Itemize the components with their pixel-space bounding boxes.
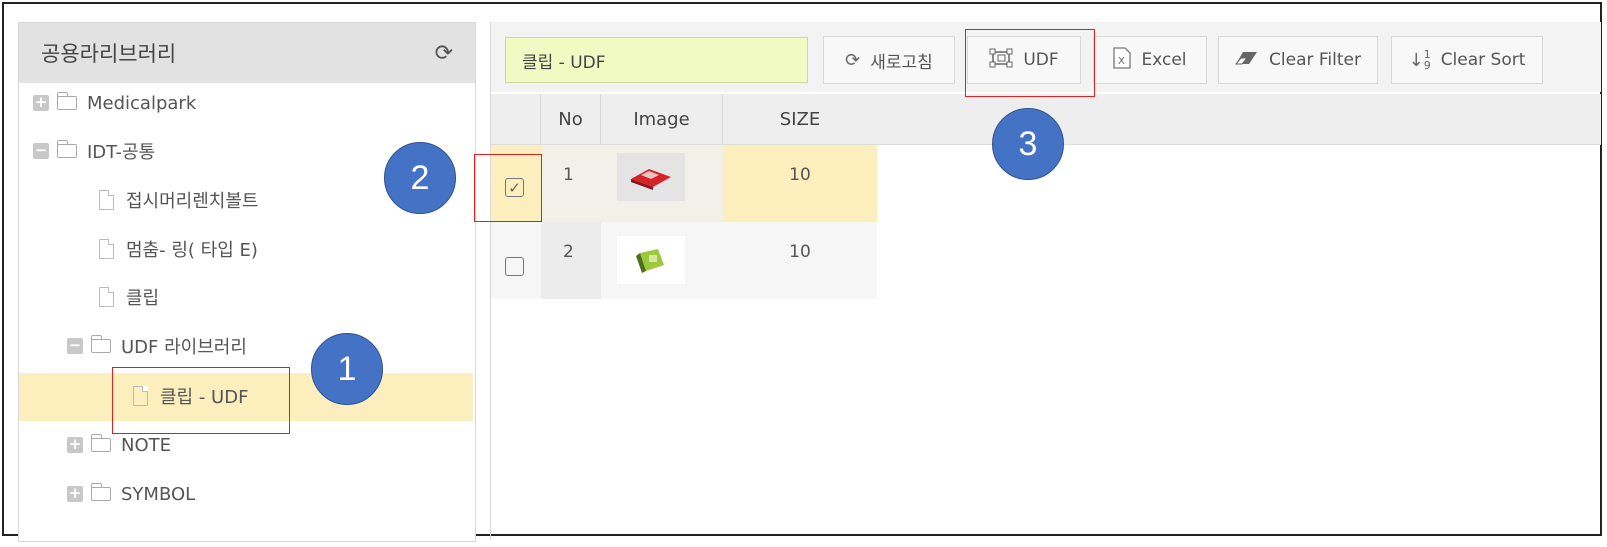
tree-item-idt[interactable]: − IDT-공통 bbox=[33, 131, 155, 171]
no-cell: 1 bbox=[541, 145, 601, 222]
folder-icon bbox=[90, 434, 111, 452]
tree-item-label: IDT-공통 bbox=[87, 142, 156, 163]
image-cell bbox=[601, 222, 723, 299]
file-icon bbox=[99, 190, 114, 210]
excel-icon: X bbox=[1113, 46, 1132, 74]
tree-item-label: Medicalpark bbox=[87, 92, 197, 114]
excel-button[interactable]: X Excel bbox=[1093, 36, 1207, 84]
expand-icon[interactable]: + bbox=[33, 95, 49, 111]
folder-open-icon bbox=[56, 140, 77, 158]
image-cell bbox=[601, 145, 723, 222]
tree-item-bolt[interactable]: 접시머리렌치볼트 bbox=[99, 180, 258, 220]
tree-item-label: NOTE bbox=[121, 434, 172, 456]
part-thumbnail bbox=[617, 236, 685, 284]
expand-icon[interactable]: + bbox=[67, 486, 83, 502]
clear-filter-label: Clear Filter bbox=[1269, 50, 1361, 70]
size-cell: 10 bbox=[789, 242, 811, 262]
size-cell: 10 bbox=[789, 165, 811, 185]
part-thumbnail bbox=[617, 153, 685, 201]
folder-open-icon bbox=[90, 335, 111, 353]
sort-arrow: ↓ bbox=[1408, 49, 1424, 71]
sort-numeric-icon: ↓ 1 9 bbox=[1409, 49, 1431, 71]
refresh-icon[interactable]: ⟳ bbox=[435, 41, 453, 66]
tree-item-ring[interactable]: 멈춤- 링( 타입 E) bbox=[99, 229, 258, 269]
callout-3: 3 bbox=[992, 108, 1064, 180]
tree-item-label: 멈춤- 링( 타입 E) bbox=[126, 240, 258, 261]
eraser-icon bbox=[1234, 50, 1259, 71]
table-row[interactable]: ✓ 1 10 bbox=[491, 145, 877, 222]
column-header-size[interactable]: SIZE bbox=[723, 94, 877, 144]
tree-item-label: SYMBOL bbox=[121, 483, 196, 505]
tree-item-label: 클립 bbox=[126, 288, 160, 309]
table-row[interactable]: 2 10 bbox=[491, 222, 877, 299]
folder-icon bbox=[90, 483, 111, 501]
highlight-box-tree-item bbox=[112, 367, 290, 434]
refresh-button[interactable]: ⟳ 새로고침 bbox=[823, 36, 955, 84]
collapse-icon[interactable]: − bbox=[33, 143, 49, 159]
callout-2: 2 bbox=[384, 142, 456, 214]
select-column-header[interactable] bbox=[491, 94, 541, 144]
clear-filter-button[interactable]: Clear Filter bbox=[1218, 36, 1378, 84]
tree-item-label: 접시머리렌치볼트 bbox=[126, 191, 259, 212]
tree-item-clip[interactable]: 클립 bbox=[99, 277, 159, 317]
svg-text:X: X bbox=[1118, 56, 1125, 67]
no-cell: 2 bbox=[541, 222, 601, 299]
library-panel: 공용라리브러리 ⟳ + Medicalpark − IDT-공통 접시머리렌치볼… bbox=[18, 22, 476, 542]
tree-item-medicalpark[interactable]: + Medicalpark bbox=[33, 83, 196, 123]
tree-item-symbol[interactable]: + SYMBOL bbox=[67, 474, 195, 514]
library-title: 공용라리브러리 bbox=[41, 42, 177, 66]
refresh-icon: ⟳ bbox=[845, 49, 861, 71]
row-checkbox[interactable] bbox=[505, 257, 524, 276]
column-header-no[interactable]: No bbox=[541, 94, 601, 144]
file-icon bbox=[99, 239, 114, 259]
tree-item-label: UDF 라이브러리 bbox=[121, 337, 247, 358]
content-panel: 클립 - UDF ⟳ 새로고침 UDF X Excel Clear Filter… bbox=[490, 22, 1607, 540]
clear-sort-label: Clear Sort bbox=[1440, 50, 1526, 70]
tree-item-udf-library[interactable]: − UDF 라이브러리 bbox=[67, 326, 247, 366]
sort-digit-bottom: 9 bbox=[1423, 59, 1431, 72]
select-cell bbox=[491, 222, 541, 299]
folder-icon bbox=[56, 92, 77, 110]
callout-1: 1 bbox=[311, 333, 383, 405]
excel-label: Excel bbox=[1141, 50, 1187, 70]
highlight-box-udf-button bbox=[965, 29, 1095, 97]
file-icon bbox=[99, 287, 114, 307]
expand-icon[interactable]: + bbox=[67, 437, 83, 453]
refresh-label: 새로고침 bbox=[870, 52, 933, 73]
column-header-image[interactable]: Image bbox=[601, 94, 723, 144]
highlight-box-checkbox bbox=[474, 154, 542, 222]
collapse-icon[interactable]: − bbox=[67, 338, 83, 354]
current-item-name: 클립 - UDF bbox=[505, 37, 808, 83]
clear-sort-button[interactable]: ↓ 1 9 Clear Sort bbox=[1391, 36, 1543, 84]
library-header: 공용라리브러리 ⟳ bbox=[19, 23, 475, 83]
